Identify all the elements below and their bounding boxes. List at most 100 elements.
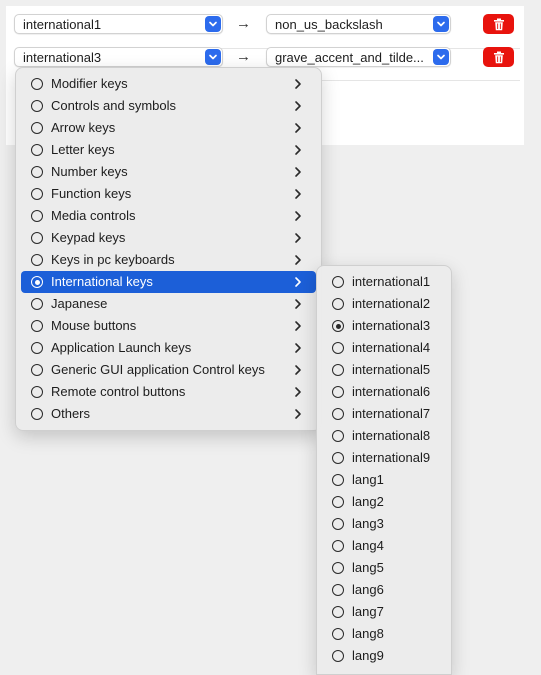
radio-empty-icon xyxy=(332,628,344,640)
menu-item-label: lang3 xyxy=(352,516,384,531)
menu-item-label: Remote control buttons xyxy=(51,384,186,399)
menu-item-label: lang7 xyxy=(352,604,384,619)
radio-empty-icon xyxy=(332,276,344,288)
chevron-right-icon xyxy=(292,386,304,398)
menu-item-label: lang2 xyxy=(352,494,384,509)
from-key-popup-row1[interactable]: international1 xyxy=(14,14,223,34)
trash-icon xyxy=(493,18,504,30)
radio-empty-icon xyxy=(31,232,43,244)
menu-item-international8[interactable]: international8 xyxy=(322,425,446,447)
menu-item-international4[interactable]: international4 xyxy=(322,337,446,359)
radio-empty-icon xyxy=(31,144,43,156)
chevron-down-icon xyxy=(205,49,221,65)
chevron-right-icon xyxy=(292,122,304,134)
menu-item-function-keys[interactable]: Function keys xyxy=(21,183,316,205)
menu-item-label: Keypad keys xyxy=(51,230,126,245)
radio-empty-icon xyxy=(332,452,344,464)
to-key-popup-row1[interactable]: non_us_backslash xyxy=(266,14,451,34)
menu-item-lang5[interactable]: lang5 xyxy=(322,557,446,579)
radio-empty-icon xyxy=(31,342,43,354)
radio-empty-icon xyxy=(332,430,344,442)
radio-empty-icon xyxy=(31,122,43,134)
radio-selected-icon xyxy=(332,320,344,332)
radio-empty-icon xyxy=(332,518,344,530)
menu-item-label: international6 xyxy=(352,384,431,399)
menu-item-remote-control-buttons[interactable]: Remote control buttons xyxy=(21,381,316,403)
radio-empty-icon xyxy=(332,650,344,662)
menu-item-international-keys[interactable]: International keys xyxy=(21,271,316,293)
from-key-value: international1 xyxy=(23,17,102,32)
to-key-popup-row2[interactable]: grave_accent_and_tilde... xyxy=(266,47,451,67)
menu-item-modifier-keys[interactable]: Modifier keys xyxy=(21,73,316,95)
menu-item-label: Japanese xyxy=(51,296,108,311)
menu-item-lang3[interactable]: lang3 xyxy=(322,513,446,535)
key-category-menu: Modifier keys Controls and symbols Arrow k… xyxy=(15,67,322,431)
menu-item-lang2[interactable]: lang2 xyxy=(322,491,446,513)
menu-item-label: lang1 xyxy=(352,472,384,487)
radio-empty-icon xyxy=(31,100,43,112)
menu-item-others[interactable]: Others xyxy=(21,403,316,425)
menu-item-label: Controls and symbols xyxy=(51,98,176,113)
menu-item-label: Modifier keys xyxy=(51,76,128,91)
menu-item-international2[interactable]: international2 xyxy=(322,293,446,315)
menu-item-label: Arrow keys xyxy=(51,120,116,135)
chevron-down-icon xyxy=(205,16,221,32)
menu-item-label: lang4 xyxy=(352,538,384,553)
menu-item-keys-in-pc-keyboards[interactable]: Keys in pc keyboards xyxy=(21,249,316,271)
menu-item-arrow-keys[interactable]: Arrow keys xyxy=(21,117,316,139)
menu-item-label: international5 xyxy=(352,362,431,377)
menu-item-mouse-buttons[interactable]: Mouse buttons xyxy=(21,315,316,337)
chevron-down-icon xyxy=(433,49,449,65)
radio-selected-icon xyxy=(31,276,43,288)
radio-empty-icon xyxy=(31,408,43,420)
chevron-right-icon xyxy=(292,166,304,178)
menu-item-lang1[interactable]: lang1 xyxy=(322,469,446,491)
radio-empty-icon xyxy=(332,496,344,508)
menu-item-japanese[interactable]: Japanese xyxy=(21,293,316,315)
menu-item-lang6[interactable]: lang6 xyxy=(322,579,446,601)
menu-item-lang8[interactable]: lang8 xyxy=(322,623,446,645)
from-key-value: international3 xyxy=(23,50,102,65)
menu-item-label: international1 xyxy=(352,274,431,289)
menu-item-international7[interactable]: international7 xyxy=(322,403,446,425)
radio-empty-icon xyxy=(31,298,43,310)
menu-item-letter-keys[interactable]: Letter keys xyxy=(21,139,316,161)
chevron-right-icon xyxy=(292,364,304,376)
menu-item-label: International keys xyxy=(51,274,153,289)
radio-empty-icon xyxy=(31,166,43,178)
chevron-right-icon xyxy=(292,144,304,156)
menu-item-label: lang6 xyxy=(352,582,384,597)
chevron-right-icon xyxy=(292,232,304,244)
to-key-value: grave_accent_and_tilde... xyxy=(275,50,424,65)
radio-empty-icon xyxy=(31,386,43,398)
menu-item-international5[interactable]: international5 xyxy=(322,359,446,381)
menu-item-international6[interactable]: international6 xyxy=(322,381,446,403)
menu-item-international1[interactable]: international1 xyxy=(322,271,446,293)
to-key-value: non_us_backslash xyxy=(275,17,383,32)
menu-item-international3[interactable]: international3 xyxy=(322,315,446,337)
menu-item-label: international9 xyxy=(352,450,431,465)
menu-item-controls-and-symbols[interactable]: Controls and symbols xyxy=(21,95,316,117)
chevron-right-icon xyxy=(292,276,304,288)
menu-item-label: international8 xyxy=(352,428,431,443)
menu-item-generic-gui-application-control-keys[interactable]: Generic GUI application Control keys xyxy=(21,359,316,381)
menu-item-lang9[interactable]: lang9 xyxy=(322,645,446,667)
menu-item-international9[interactable]: international9 xyxy=(322,447,446,469)
menu-item-number-keys[interactable]: Number keys xyxy=(21,161,316,183)
chevron-right-icon xyxy=(292,254,304,266)
delete-row-button[interactable] xyxy=(483,47,514,67)
menu-item-media-controls[interactable]: Media controls xyxy=(21,205,316,227)
menu-item-label: Keys in pc keyboards xyxy=(51,252,175,267)
menu-item-lang7[interactable]: lang7 xyxy=(322,601,446,623)
menu-item-application-launch-keys[interactable]: Application Launch keys xyxy=(21,337,316,359)
radio-empty-icon xyxy=(332,474,344,486)
delete-row-button[interactable] xyxy=(483,14,514,34)
menu-item-keypad-keys[interactable]: Keypad keys xyxy=(21,227,316,249)
arrow-right-icon: → xyxy=(236,48,251,65)
radio-empty-icon xyxy=(332,584,344,596)
menu-item-label: Generic GUI application Control keys xyxy=(51,362,265,377)
menu-item-label: Application Launch keys xyxy=(51,340,192,355)
menu-item-label: Mouse buttons xyxy=(51,318,137,333)
from-key-popup-row2[interactable]: international3 xyxy=(14,47,223,67)
menu-item-lang4[interactable]: lang4 xyxy=(322,535,446,557)
